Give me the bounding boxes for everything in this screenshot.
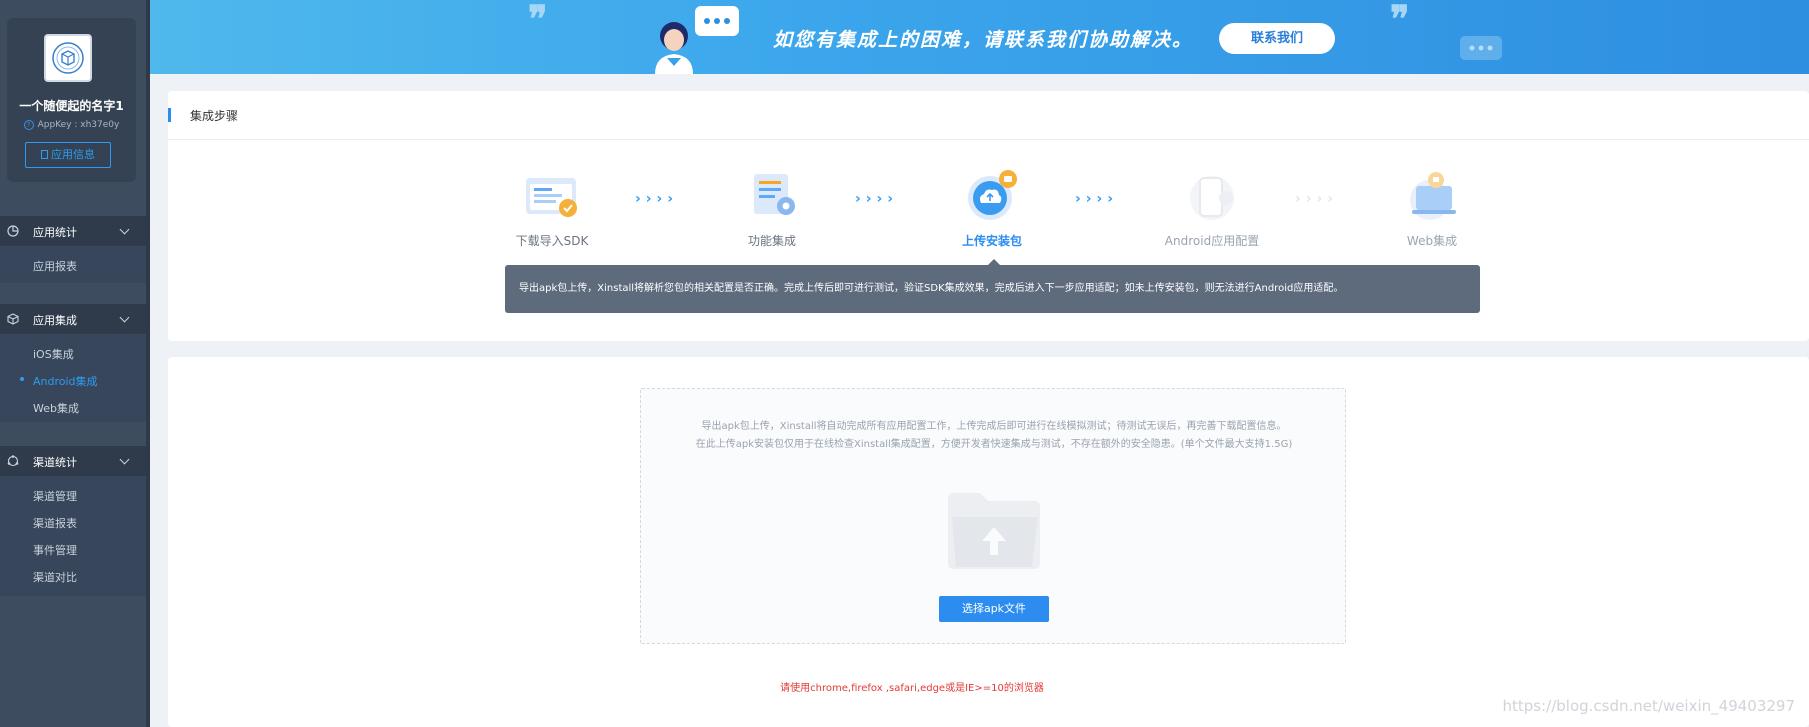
step-arrows: ›››› bbox=[855, 191, 899, 207]
sidebar-item-web[interactable]: Web集成 bbox=[33, 400, 79, 416]
download-sdk-icon bbox=[526, 178, 577, 217]
step-arrows: ›››› bbox=[635, 191, 679, 207]
nav-group-app-stats[interactable]: 应用统计 bbox=[0, 216, 146, 246]
nav-group-label: 渠道统计 bbox=[33, 456, 77, 469]
step-android-config[interactable]: Android应用配置 bbox=[1152, 166, 1272, 249]
web-laptop-icon bbox=[1410, 172, 1456, 220]
step-label: 功能集成 bbox=[747, 234, 796, 248]
sidebar-item-channel-manage[interactable]: 渠道管理 bbox=[33, 488, 77, 504]
nav-group-label: 应用统计 bbox=[33, 226, 77, 239]
chat-bubble-icon bbox=[1460, 36, 1502, 60]
document-icon bbox=[41, 150, 48, 159]
chevron-down-icon bbox=[119, 312, 130, 323]
step-upload-package[interactable]: 上传安装包 bbox=[932, 166, 1052, 249]
banner-text: 如您有集成上的困难，请联系我们协助解决。 bbox=[773, 29, 1194, 51]
step-label: 下载导入SDK bbox=[515, 234, 589, 248]
sidebar: 一个随便起的名字1 ? AppKey : xh37e0y 应用信息 应用统计 应用… bbox=[0, 0, 146, 727]
app-card: 一个随便起的名字1 ? AppKey : xh37e0y 应用信息 bbox=[7, 18, 136, 182]
select-apk-button[interactable]: 选择apk文件 bbox=[939, 596, 1049, 622]
sidebar-item-app-report[interactable]: 应用报表 bbox=[33, 258, 77, 274]
divider bbox=[168, 139, 1809, 140]
app-info-button-label: 应用信息 bbox=[51, 148, 95, 161]
step-feature-integration[interactable]: 功能集成 bbox=[712, 166, 832, 249]
customer-service-icon bbox=[655, 6, 739, 74]
upload-description-line1: 导出apk包上传，Xinstall将自动完成所有应用配置工作，上传完成后即可进行… bbox=[701, 421, 1287, 432]
android-phone-icon bbox=[1190, 176, 1234, 220]
app-logo bbox=[44, 34, 92, 82]
pie-chart-icon bbox=[7, 225, 19, 237]
cube-icon bbox=[7, 313, 19, 325]
step-label: Web集成 bbox=[1406, 234, 1458, 248]
chevron-down-icon bbox=[119, 454, 130, 465]
quote-icon: ❞ bbox=[1390, 0, 1410, 40]
sidebar-item-event-manage[interactable]: 事件管理 bbox=[33, 542, 77, 558]
app-key: ? AppKey : xh37e0y bbox=[7, 120, 136, 130]
watermark: https://blog.csdn.net/weixin_49403297 bbox=[1502, 697, 1795, 715]
help-banner: ❞ 如您有集成上的困难，请联系我们协助解决。 联系我们 ❞ bbox=[150, 0, 1809, 74]
sidebar-edge bbox=[146, 0, 150, 727]
sidebar-item-channel-report[interactable]: 渠道报表 bbox=[33, 515, 77, 531]
upload-description-line2: 在此上传apk安装包仅用于在线检查Xinstall集成配置，方便开发者快速集成与… bbox=[695, 439, 1293, 450]
feature-integration-icon bbox=[754, 174, 795, 215]
nav-group-channel-stats[interactable]: 渠道统计 bbox=[0, 446, 146, 476]
active-indicator bbox=[20, 377, 24, 381]
step-web-integration[interactable]: Web集成 bbox=[1372, 166, 1492, 249]
upload-cloud-icon bbox=[968, 170, 1017, 220]
step-label: Android应用配置 bbox=[1164, 234, 1260, 248]
integration-steps-panel: 集成步骤 下载导入SDK ›››› 功能集成 ›››› 上传安装包 ›››› A… bbox=[168, 91, 1809, 341]
folder-upload-icon bbox=[948, 493, 1040, 569]
app-info-button[interactable]: 应用信息 bbox=[25, 142, 111, 168]
browser-requirement-note: 请使用chrome,firefox ,safari,edge或是IE>=10的浏… bbox=[780, 683, 1044, 694]
step-arrows: ›››› bbox=[1075, 191, 1119, 207]
steps-title: 集成步骤 bbox=[190, 109, 239, 123]
chevron-down-icon bbox=[119, 224, 130, 235]
title-accent-bar bbox=[168, 108, 171, 122]
nav-group-app-integration[interactable]: 应用集成 bbox=[0, 304, 146, 334]
contact-us-button[interactable]: 联系我们 bbox=[1219, 23, 1335, 54]
upload-panel: 导出apk包上传，Xinstall将自动完成所有应用配置工作，上传完成后即可进行… bbox=[168, 357, 1809, 727]
help-icon[interactable]: ? bbox=[23, 120, 34, 130]
sidebar-item-channel-compare[interactable]: 渠道对比 bbox=[33, 569, 77, 585]
apk-dropzone[interactable]: 导出apk包上传，Xinstall将自动完成所有应用配置工作，上传完成后即可进行… bbox=[640, 388, 1346, 644]
share-nodes-icon bbox=[7, 455, 19, 467]
step-label: 上传安装包 bbox=[961, 234, 1022, 248]
nav-group-label: 应用集成 bbox=[33, 314, 77, 327]
step-download-sdk[interactable]: 下载导入SDK bbox=[492, 166, 612, 249]
app-key-text: AppKey : xh37e0y bbox=[37, 120, 120, 130]
app-name: 一个随便起的名字1 bbox=[19, 99, 124, 113]
step-tooltip: 导出apk包上传，Xinstall将解析您包的相关配置是否正确。完成上传后即可进… bbox=[505, 265, 1480, 313]
sidebar-item-ios[interactable]: iOS集成 bbox=[33, 346, 74, 362]
app-logo-icon bbox=[52, 42, 84, 74]
quote-icon: ❞ bbox=[528, 0, 548, 40]
step-arrows: ›››› bbox=[1295, 191, 1339, 207]
sidebar-item-android[interactable]: Android集成 bbox=[33, 373, 98, 389]
